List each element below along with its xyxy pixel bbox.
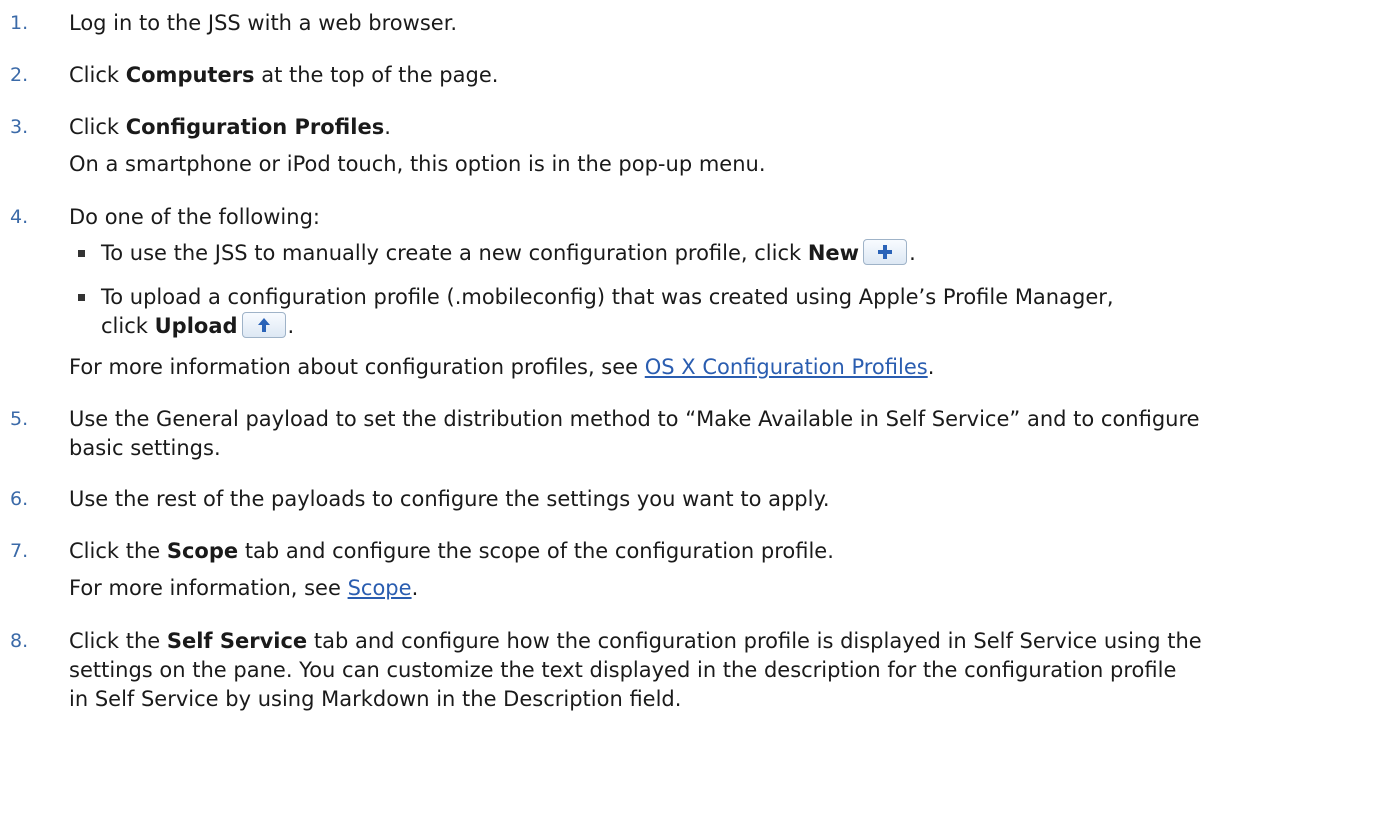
step-text: Do one of the following:	[69, 205, 320, 229]
new-label: New	[807, 241, 860, 265]
scope-link[interactable]: Scope	[348, 576, 412, 600]
step-text: Click Computers at the top of the page.	[69, 63, 499, 87]
computers-label: Computers	[125, 63, 255, 87]
upload-arrow-icon	[257, 318, 270, 332]
scope-label: Scope	[166, 539, 239, 563]
step-number: 7.	[10, 540, 29, 562]
step-text-line3: in Self Service by using Markdown in the…	[69, 687, 682, 711]
step-text: Click the Scope tab and configure the sc…	[69, 539, 834, 563]
step-number: 1.	[10, 12, 29, 34]
step-note: On a smartphone or iPod touch, this opti…	[69, 152, 766, 176]
step-number: 3.	[10, 116, 29, 138]
instruction-list: 1. Log in to the JSS with a web browser.…	[0, 0, 1376, 823]
step-text: Log in to the JSS with a web browser.	[69, 11, 458, 35]
step-text: Use the rest of the payloads to configur…	[69, 487, 830, 511]
step-more-info: For more information about configuration…	[69, 355, 935, 379]
os-x-configuration-profiles-link[interactable]: OS X Configuration Profiles	[645, 355, 928, 379]
step-text: Click Configuration Profiles.	[69, 115, 391, 139]
upload-button[interactable]	[241, 312, 286, 338]
bullet	[78, 294, 85, 301]
step-number: 8.	[10, 630, 29, 652]
step-more-info: For more information, see Scope.	[69, 576, 419, 600]
step-text-line1: Click the Self Service tab and configure…	[69, 629, 1202, 653]
step-number: 2.	[10, 64, 29, 86]
plus-icon	[878, 245, 893, 259]
bullet-upload-line1: To upload a configuration profile (.mobi…	[101, 285, 1114, 309]
upload-label: Upload	[154, 314, 238, 338]
configuration-profiles-label: Configuration Profiles	[125, 115, 385, 139]
step-number: 6.	[10, 488, 29, 510]
step-number: 4.	[10, 206, 29, 228]
bullet-upload-line2: click Upload.	[101, 312, 295, 338]
step-text-line2: basic settings.	[69, 436, 221, 460]
step-number: 5.	[10, 408, 29, 430]
bullet-new: To use the JSS to manually create a new …	[101, 239, 916, 265]
step-text-line2: settings on the pane. You can customize …	[69, 658, 1177, 682]
self-service-label: Self Service	[166, 629, 308, 653]
step-text-line1: Use the General payload to set the distr…	[69, 407, 1200, 431]
bullet	[78, 250, 85, 257]
new-button[interactable]	[863, 239, 908, 265]
